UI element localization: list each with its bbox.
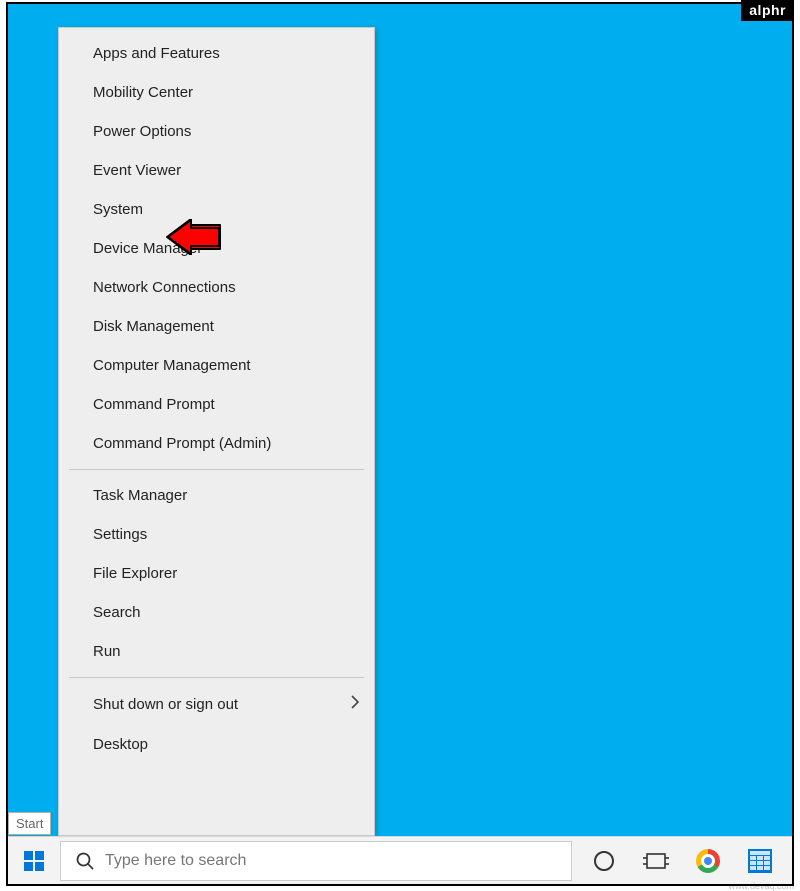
search-placeholder: Type here to search	[105, 852, 246, 870]
menu-label: Device Manager	[93, 240, 202, 257]
menu-item-file-explorer[interactable]: File Explorer	[59, 554, 374, 593]
menu-item-task-manager[interactable]: Task Manager	[59, 476, 374, 515]
menu-item-computer-management[interactable]: Computer Management	[59, 346, 374, 385]
calculator-button[interactable]	[746, 847, 774, 875]
calculator-icon	[748, 849, 772, 873]
menu-item-command-prompt[interactable]: Command Prompt	[59, 385, 374, 424]
menu-item-power-options[interactable]: Power Options	[59, 112, 374, 151]
windows-logo-icon	[24, 851, 44, 871]
menu-item-system[interactable]: System	[59, 190, 374, 229]
menu-item-settings[interactable]: Settings	[59, 515, 374, 554]
chrome-button[interactable]	[694, 847, 722, 875]
menu-label: Power Options	[93, 123, 191, 140]
menu-label: Search	[93, 604, 141, 621]
cortana-icon	[593, 850, 615, 872]
menu-item-shutdown[interactable]: Shut down or sign out	[59, 684, 374, 725]
menu-label: System	[93, 201, 143, 218]
search-icon	[75, 851, 95, 871]
menu-item-apps-and-features[interactable]: Apps and Features	[59, 34, 374, 73]
menu-label: Computer Management	[93, 357, 251, 374]
winx-menu: Apps and Features Mobility Center Power …	[58, 27, 375, 836]
search-box[interactable]: Type here to search	[60, 841, 572, 881]
menu-item-disk-management[interactable]: Disk Management	[59, 307, 374, 346]
start-button[interactable]	[8, 837, 60, 885]
menu-item-mobility-center[interactable]: Mobility Center	[59, 73, 374, 112]
menu-separator	[69, 677, 364, 678]
menu-label: Network Connections	[93, 279, 236, 296]
menu-item-run[interactable]: Run	[59, 632, 374, 671]
taskbar: Type here to search	[8, 836, 792, 884]
menu-item-search[interactable]: Search	[59, 593, 374, 632]
menu-label: Mobility Center	[93, 84, 193, 101]
menu-label: File Explorer	[93, 565, 177, 582]
chrome-icon	[696, 849, 720, 873]
menu-label: Desktop	[93, 736, 148, 753]
alphr-badge: alphr	[741, 0, 794, 21]
menu-item-device-manager[interactable]: Device Manager	[59, 229, 374, 268]
menu-label: Settings	[93, 526, 147, 543]
task-view-button[interactable]	[642, 847, 670, 875]
menu-label: Event Viewer	[93, 162, 181, 179]
menu-label: Disk Management	[93, 318, 214, 335]
taskbar-tray	[576, 847, 792, 875]
menu-item-network-connections[interactable]: Network Connections	[59, 268, 374, 307]
menu-item-desktop[interactable]: Desktop	[59, 725, 374, 764]
menu-label: Run	[93, 643, 121, 660]
task-view-icon	[643, 851, 669, 871]
menu-label: Apps and Features	[93, 45, 220, 62]
menu-item-command-prompt-admin[interactable]: Command Prompt (Admin)	[59, 424, 374, 463]
menu-label: Task Manager	[93, 487, 187, 504]
menu-label: Command Prompt	[93, 396, 215, 413]
cortana-button[interactable]	[590, 847, 618, 875]
menu-label: Command Prompt (Admin)	[93, 435, 271, 452]
menu-separator	[69, 469, 364, 470]
menu-label: Shut down or sign out	[93, 696, 238, 713]
start-tooltip: Start	[8, 812, 51, 835]
chevron-right-icon	[351, 695, 360, 714]
menu-item-event-viewer[interactable]: Event Viewer	[59, 151, 374, 190]
desktop-area: Apps and Features Mobility Center Power …	[6, 2, 794, 886]
watermark-text: www.devaq.com	[728, 881, 794, 891]
